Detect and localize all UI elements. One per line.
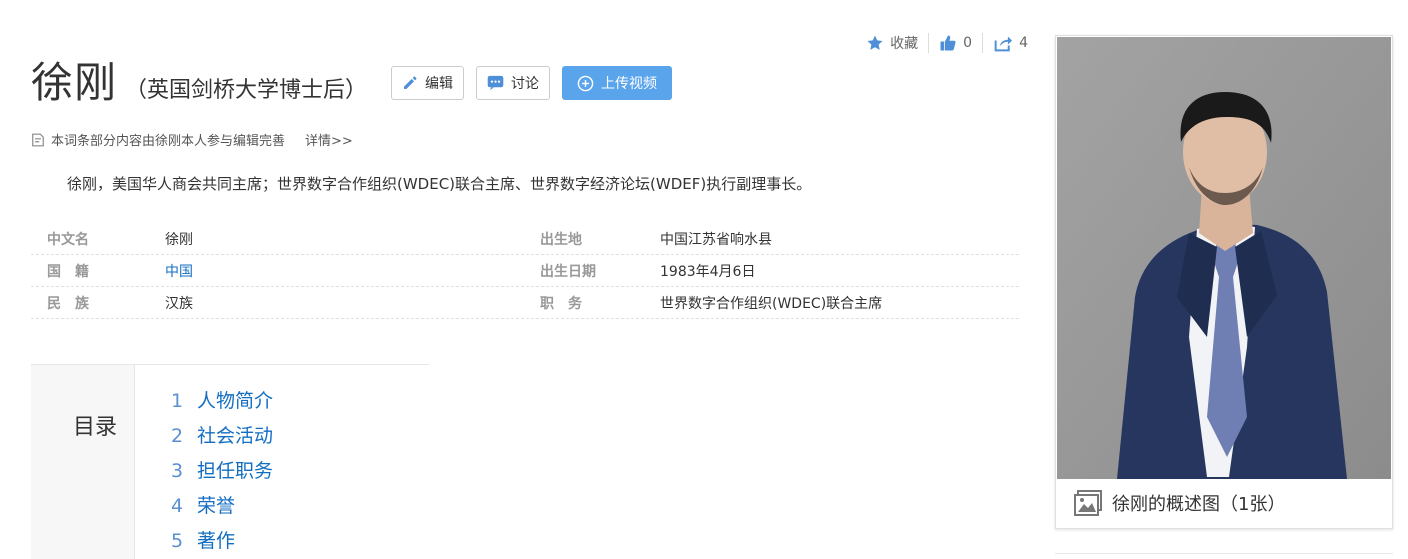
discuss-label: 讨论	[511, 76, 540, 92]
top-actions: 收藏 0 4	[856, 32, 1038, 54]
portrait-illustration	[1057, 37, 1391, 479]
edit-note-icon	[32, 133, 44, 146]
like-count: 0	[963, 35, 973, 51]
catalog-item[interactable]: 5 著作	[171, 529, 273, 559]
edit-button[interactable]: 编辑	[391, 66, 465, 100]
image-caption: 徐刚的概述图（1张）	[1112, 494, 1286, 515]
like-button[interactable]: 0	[929, 34, 982, 52]
summary-photo[interactable]	[1057, 37, 1391, 479]
info-key: 职 务	[540, 295, 582, 312]
catalog-item[interactable]: 4 荣誉	[171, 494, 273, 529]
share-icon	[994, 36, 1013, 52]
info-value: 1983年4月6日	[660, 263, 756, 280]
favorite-button[interactable]: 收藏	[856, 33, 928, 53]
info-row: 中文名 徐刚 出生地 中国江苏省响水县	[31, 223, 1019, 255]
catalog-item-number: 3	[171, 460, 184, 482]
favorite-label: 收藏	[890, 36, 919, 52]
info-row: 民 族 汉族 职 务 世界数字合作组织(WDEC)联合主席	[31, 287, 1019, 319]
info-value: 汉族	[165, 295, 193, 312]
page: 收藏 0 4 徐刚 （英国剑桥大学博士后） 编辑 讨论 上传视频 本词条部分内容…	[0, 0, 1408, 559]
catalog-item[interactable]: 3 担任职务	[171, 459, 273, 494]
catalog-item-number: 5	[171, 530, 184, 552]
info-key: 民 族	[47, 295, 89, 312]
info-key: 中文名	[47, 231, 89, 248]
catalog-item-number: 1	[171, 390, 184, 412]
catalog-item-number: 2	[171, 425, 184, 447]
info-key: 国 籍	[47, 263, 89, 280]
info-key: 出生日期	[540, 263, 596, 280]
contributor-note: 本词条部分内容由徐刚本人参与编辑完善 详情>>	[31, 130, 353, 149]
discuss-button[interactable]: 讨论	[476, 66, 551, 100]
upload-video-label: 上传视频	[601, 76, 658, 92]
gallery-icon	[1074, 490, 1102, 516]
pencil-icon	[404, 76, 417, 89]
catalog-list: 1 人物简介 2 社会活动 3 担任职务 4 荣誉 5 著作	[171, 389, 273, 559]
page-title: 徐刚	[31, 58, 118, 107]
catalog-item-label: 人物简介	[197, 390, 274, 412]
note-text: 本词条部分内容由徐刚本人参与编辑完善	[51, 134, 286, 149]
catalog-item-label: 荣誉	[197, 495, 236, 517]
share-button[interactable]: 4	[983, 34, 1038, 52]
catalog-item-label: 著作	[197, 530, 236, 552]
chat-icon	[487, 75, 504, 91]
catalog-item-label: 社会活动	[197, 425, 274, 447]
catalog-title: 目录	[73, 415, 118, 440]
summary-paragraph: 徐刚，美国华人商会共同主席；世界数字合作组织(WDEC)联合主席、世界数字经济论…	[67, 175, 812, 193]
catalog-item[interactable]: 1 人物简介	[171, 389, 273, 424]
star-icon	[867, 35, 883, 50]
title-row: 徐刚 （英国剑桥大学博士后） 编辑 讨论 上传视频	[31, 56, 673, 110]
info-value: 中国江苏省响水县	[660, 231, 772, 248]
info-value: 世界数字合作组织(WDEC)联合主席	[660, 295, 883, 312]
info-key: 出生地	[540, 231, 582, 248]
thumbs-up-icon	[940, 35, 956, 51]
info-value: 徐刚	[165, 231, 193, 248]
next-panel-edge	[1055, 553, 1393, 559]
catalog-item[interactable]: 2 社会活动	[171, 424, 273, 459]
upload-video-button[interactable]: 上传视频	[562, 66, 673, 100]
detail-link[interactable]: 详情>>	[305, 130, 353, 149]
catalog-item-label: 担任职务	[197, 460, 274, 482]
catalog-sidebar: 目录	[31, 365, 135, 559]
page-subtitle: （英国剑桥大学博士后）	[125, 78, 368, 103]
catalog: 目录 1 人物简介 2 社会活动 3 担任职务 4 荣誉 5 著作	[31, 364, 429, 559]
info-row: 国 籍 中国 出生日期 1983年4月6日	[31, 255, 1019, 287]
plus-circle-icon	[577, 75, 594, 91]
basic-info-table: 中文名 徐刚 出生地 中国江苏省响水县 国 籍 中国 出生日期 1983年4月6…	[31, 223, 1019, 319]
catalog-item-number: 4	[171, 495, 184, 517]
share-count: 4	[1019, 35, 1028, 51]
image-caption-link[interactable]: 徐刚的概述图（1张）	[1074, 490, 1285, 516]
summary-image-panel: 徐刚的概述图（1张）	[1055, 35, 1393, 529]
edit-label: 编辑	[425, 76, 454, 92]
nationality-link[interactable]: 中国	[165, 261, 540, 281]
